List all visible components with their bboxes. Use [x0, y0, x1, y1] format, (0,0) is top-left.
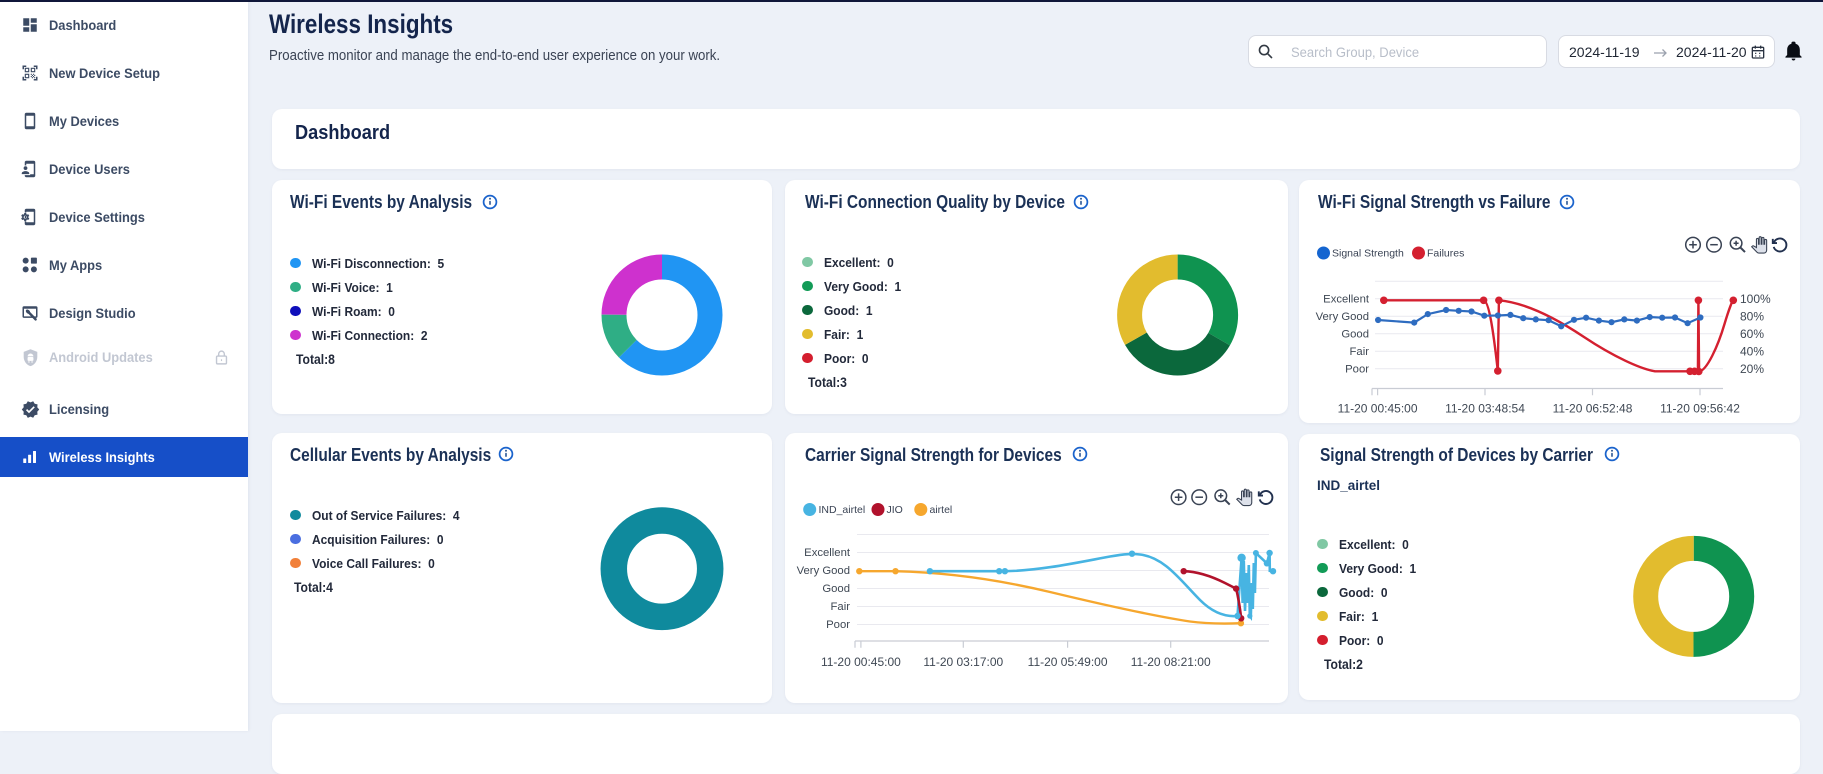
svg-text:IND_airtel: IND_airtel: [819, 504, 866, 516]
svg-text:Excellent: Excellent: [1323, 294, 1370, 306]
svg-text:Very Good: Very Good: [797, 565, 850, 577]
svg-text:Poor: Poor: [1345, 364, 1369, 376]
svg-text:JIO: JIO: [887, 504, 903, 516]
svg-text:11-20 09:56:42: 11-20 09:56:42: [1660, 402, 1740, 416]
svg-text:60%: 60%: [1740, 327, 1764, 341]
svg-text:11-20 00:45:00: 11-20 00:45:00: [1338, 402, 1418, 416]
svg-text:11-20 03:48:54: 11-20 03:48:54: [1445, 402, 1525, 416]
svg-text:Poor: Poor: [826, 619, 850, 631]
svg-text:80%: 80%: [1740, 310, 1764, 324]
svg-text:Excellent: Excellent: [804, 547, 851, 559]
svg-text:Good: Good: [1341, 329, 1369, 341]
svg-text:11-20 03:17:00: 11-20 03:17:00: [923, 655, 1003, 669]
svg-text:11-20 08:21:00: 11-20 08:21:00: [1131, 655, 1211, 669]
svg-text:Signal Strength: Signal Strength: [1332, 248, 1404, 260]
svg-text:11-20 06:52:48: 11-20 06:52:48: [1553, 402, 1633, 416]
svg-text:Failures: Failures: [1427, 248, 1464, 260]
svg-text:Fair: Fair: [831, 601, 851, 613]
svg-text:40%: 40%: [1740, 345, 1764, 359]
svg-text:Good: Good: [822, 583, 850, 595]
svg-text:11-20 00:45:00: 11-20 00:45:00: [821, 655, 901, 669]
svg-text:airtel: airtel: [930, 504, 953, 516]
svg-text:11-20 05:49:00: 11-20 05:49:00: [1028, 655, 1108, 669]
svg-text:Fair: Fair: [1350, 346, 1370, 358]
svg-text:20%: 20%: [1740, 362, 1764, 376]
svg-text:100%: 100%: [1740, 292, 1771, 306]
svg-text:Very Good: Very Good: [1316, 311, 1369, 323]
